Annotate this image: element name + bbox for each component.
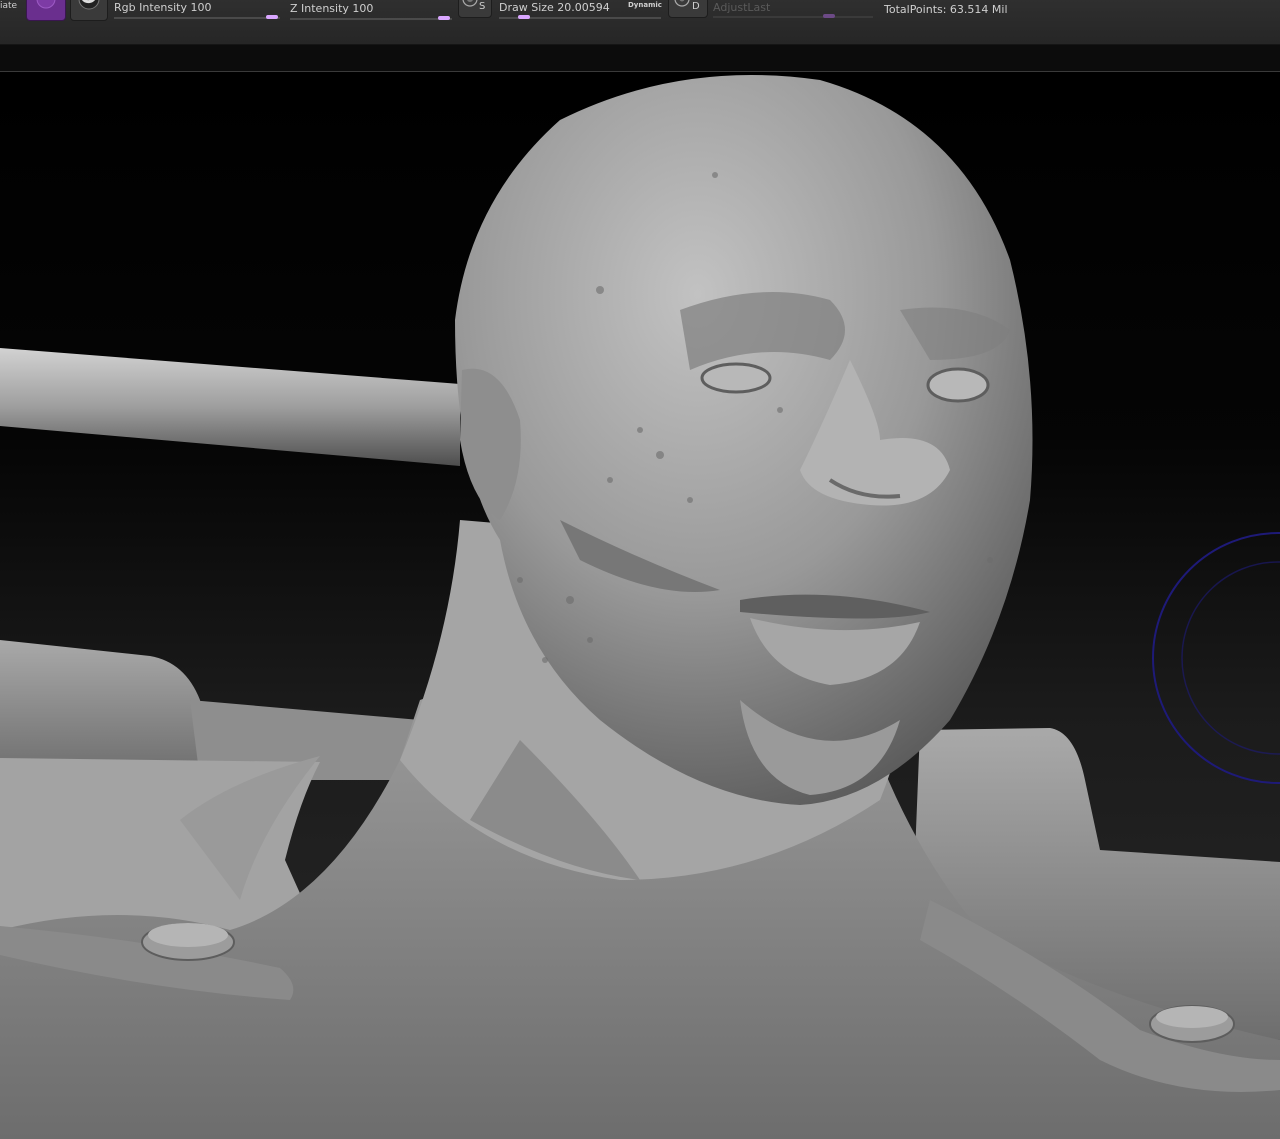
z-intensity-label: Z Intensity 100 <box>290 2 374 15</box>
adjust-last-slider[interactable] <box>713 16 873 18</box>
sculpt-model-render <box>0 75 1280 1139</box>
draw-size-handle[interactable] <box>518 15 530 19</box>
adjust-last-handle[interactable] <box>823 14 835 18</box>
dynamic-label[interactable]: Dynamic <box>628 1 662 9</box>
sphere-brush-button[interactable] <box>70 0 108 21</box>
background-pipe <box>0 348 460 466</box>
z-intensity-slider[interactable] <box>290 18 452 20</box>
material-swatch-icon <box>36 0 56 9</box>
total-points-readout: TotalPoints: 63.514 Mil <box>884 3 1008 16</box>
sub-toolbar-strip <box>0 45 1280 72</box>
dynamics-button[interactable]: D <box>668 0 708 18</box>
symmetry-button[interactable]: S <box>458 0 492 18</box>
symmetry-key: S <box>479 1 486 12</box>
dynamics-icon <box>674 0 690 7</box>
brush-cursor-icon <box>1152 532 1280 784</box>
adjust-last-label: AdjustLast <box>713 1 771 14</box>
draw-size-label: Draw Size 20.00594 <box>499 1 610 14</box>
rgb-intensity-label: Rgb Intensity 100 <box>114 1 212 14</box>
rgb-intensity-handle[interactable] <box>266 15 278 19</box>
rgb-intensity-slider[interactable] <box>114 17 280 19</box>
canvas-viewport[interactable] <box>0 72 1280 1139</box>
left-eye <box>700 362 772 394</box>
edge-label: iate <box>0 1 18 11</box>
dynamics-key: D <box>692 1 700 12</box>
sphere-brush-icon <box>78 0 100 10</box>
material-swatch-button[interactable] <box>26 0 66 21</box>
top-toolbar: iate Rgb Intensity 100 Z Intensity 100 S… <box>0 0 1280 45</box>
symmetry-icon <box>462 0 478 7</box>
z-intensity-handle[interactable] <box>438 16 450 20</box>
left-armor-block <box>0 640 215 775</box>
right-eye <box>926 367 990 403</box>
